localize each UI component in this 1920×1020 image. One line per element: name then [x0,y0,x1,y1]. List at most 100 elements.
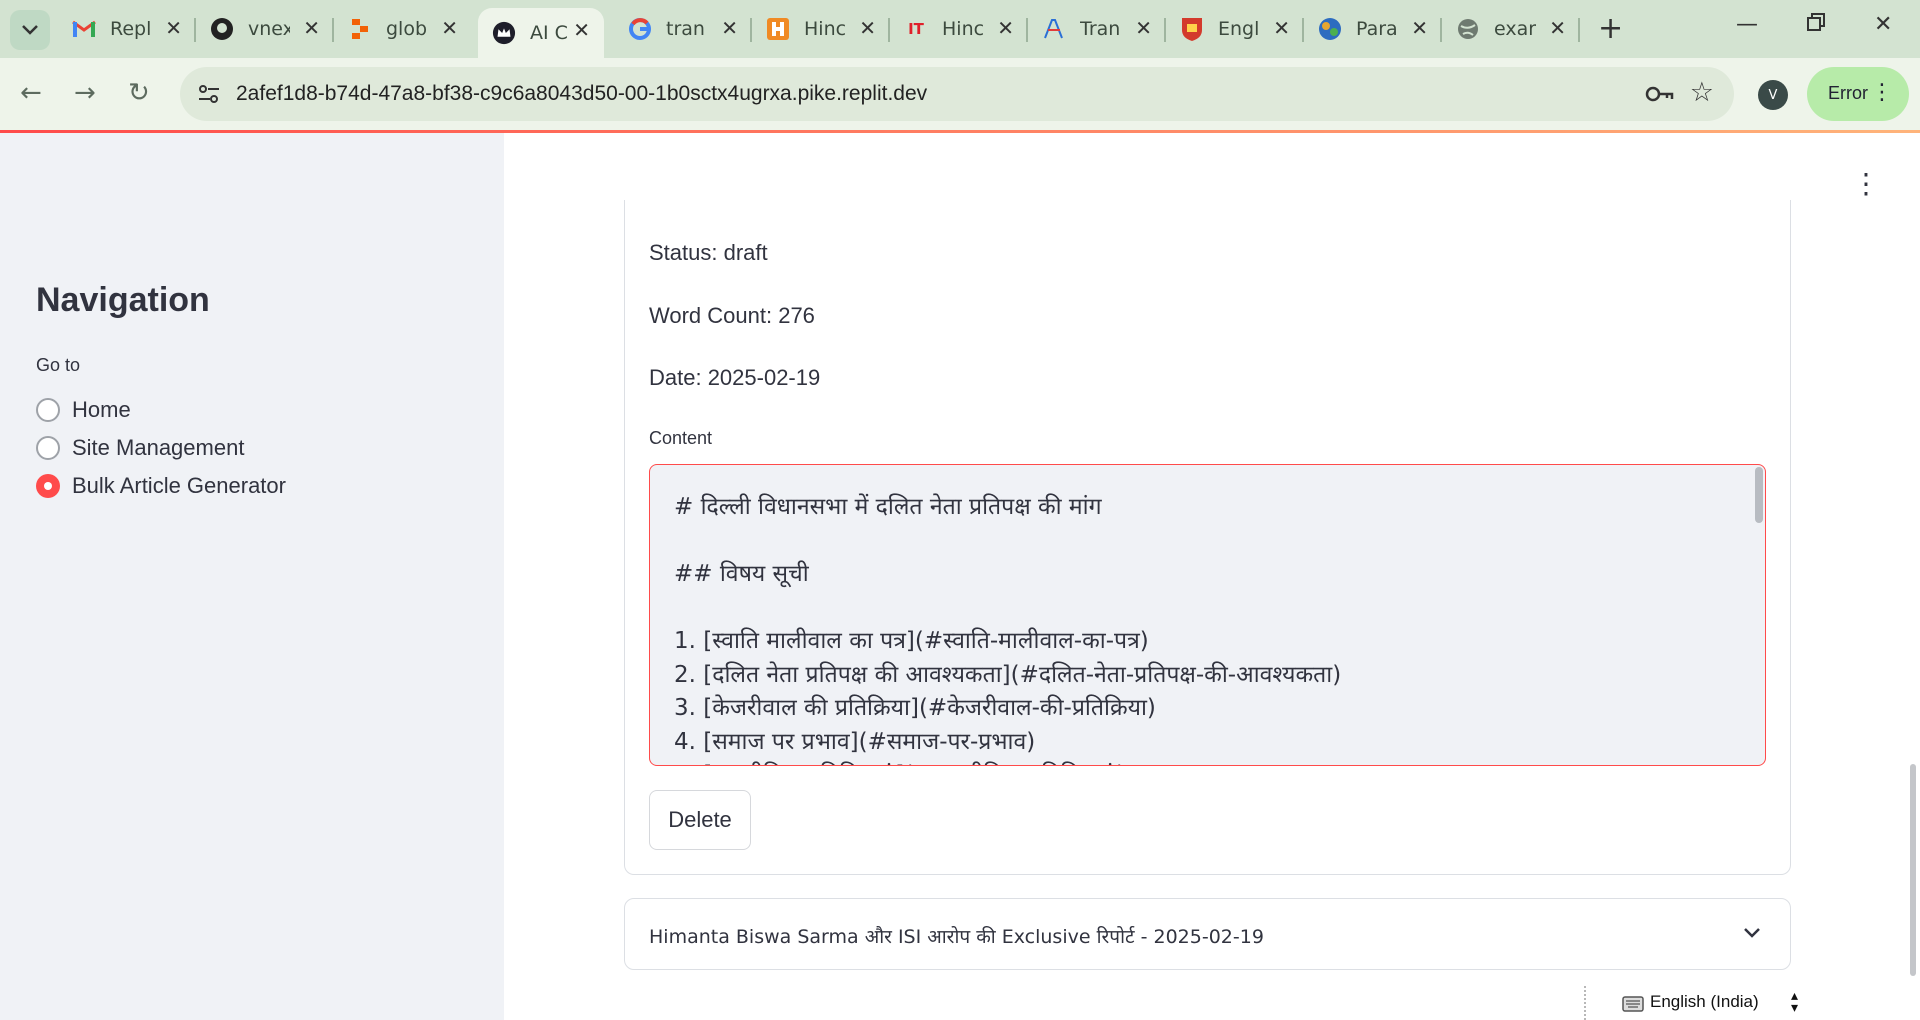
more-vert-icon: ⋮ [1871,80,1893,105]
up-down-arrow-icon: ▴ ▾ [1790,988,1798,1016]
browser-tab-active[interactable]: AI C ✕ [478,8,604,58]
crown-icon [492,21,516,45]
close-icon[interactable]: ✕ [441,18,458,38]
sidebar: Navigation Go to Home Site Management Bu… [0,133,504,1020]
article-status: Status: draft [649,240,768,265]
site-settings-icon[interactable] [196,81,222,107]
tab-title: Engl [1218,18,1260,40]
content-textarea[interactable]: # दिल्ली विधानसभा में दलित नेता प्रतिपक्… [649,464,1766,766]
tab-title: Hinc [942,18,984,40]
tab-separator [1578,18,1580,42]
close-window-icon[interactable]: ✕ [1874,12,1892,37]
github-icon [210,17,234,41]
article-word-count: Word Count: 276 [649,303,815,328]
globe-people-icon [1318,17,1342,41]
web-globe-icon [1456,17,1480,41]
radio-label: Home [72,397,131,422]
tab-title: AI C [530,22,568,44]
content-line: 1. [स्वाति मालीवाल का पत्र](#स्वाति-माली… [674,628,1149,654]
content-line: ## विषय सूची [674,561,809,587]
forward-icon[interactable]: → [74,78,96,108]
address-bar[interactable]: 2afef1d8-b74d-47a8-bf38-c9c6a8043d50-00-… [180,67,1734,121]
browser-tab[interactable]: Tran ✕ [1028,0,1166,58]
close-icon[interactable]: ✕ [1411,18,1428,38]
textarea-scrollbar[interactable] [1755,467,1763,523]
tab-title: Tran [1080,18,1121,40]
new-tab-icon[interactable]: + [1598,12,1623,46]
tab-title: Para [1356,18,1398,40]
browser-tab[interactable]: Engl ✕ [1166,0,1304,58]
browser-tab[interactable]: Para ✕ [1304,0,1442,58]
avatar[interactable]: V [1758,80,1788,110]
browser-tab[interactable]: glob ✕ [334,0,472,58]
close-icon[interactable]: ✕ [1273,18,1290,38]
restore-icon[interactable] [1806,12,1826,38]
shield-book-icon [1180,17,1204,41]
close-icon[interactable]: ✕ [997,18,1014,38]
radio-label: Bulk Article Generator [72,473,286,498]
browser-tab[interactable]: Hinc ✕ [752,0,890,58]
radio-selected-icon[interactable] [36,474,60,498]
google-icon [628,17,652,41]
delete-button[interactable]: Delete [649,790,751,850]
replit-icon [348,17,372,41]
bookmark-star-icon[interactable]: ☆ [1690,77,1714,108]
chevron-down-icon [1744,928,1760,938]
tab-title: Hinc [804,18,846,40]
expander-label: Himanta Biswa Sarma और ISI आरोप की Exclu… [649,926,1264,948]
content-line: 3. [केजरीवाल की प्रतिक्रिया](#केजरीवाल-क… [674,695,1156,721]
page-scrollbar[interactable] [1910,764,1916,976]
radio-circle-icon[interactable] [36,436,60,460]
radio-option-site-management[interactable]: Site Management [36,435,244,461]
input-language-indicator[interactable]: English (India) ▴ ▾ [1584,986,1804,1020]
radio-circle-icon[interactable] [36,398,60,422]
tab-title: tran [666,18,705,40]
close-icon[interactable]: ✕ [859,18,876,38]
close-icon[interactable]: ✕ [1135,18,1152,38]
reload-icon[interactable]: ↻ [128,78,150,108]
browser-tab[interactable]: IT Hinc ✕ [890,0,1028,58]
hindi-h-icon [766,17,790,41]
browser-tab[interactable]: vnex ✕ [196,0,334,58]
article-expander-collapsed[interactable]: Himanta Biswa Sarma और ISI आरोप की Exclu… [624,898,1791,970]
article-date: Date: 2025-02-19 [649,365,821,390]
gmail-icon [72,17,96,41]
content-line: 5. [राजनीतिक प्रतिक्रियाएं](#राजनीतिक-प्… [674,757,1125,765]
content-line: 4. [समाज पर प्रभाव](#समाज-पर-प्रभाव) [674,729,1036,755]
error-label: Error [1828,83,1868,103]
close-icon[interactable]: ✕ [303,18,320,38]
it-logo-icon: IT [908,20,924,38]
url-text[interactable]: 2afef1d8-b74d-47a8-bf38-c9c6a8043d50-00-… [236,82,927,106]
content-line: # दिल्ली विधानसभा में दलित नेता प्रतिपक्… [674,494,1102,520]
close-icon[interactable]: ✕ [573,20,590,40]
radio-option-home[interactable]: Home [36,397,131,423]
radio-option-bulk-article-generator[interactable]: Bulk Article Generator [36,473,286,499]
close-icon[interactable]: ✕ [1549,18,1566,38]
radio-label: Site Management [72,435,245,460]
main-menu-icon[interactable]: ⋮ [1852,170,1880,198]
chevron-down-icon [22,25,38,35]
input-language-label: English (India) [1650,992,1759,1011]
translate-icon [1042,17,1066,41]
radio-group-label: Go to [36,355,81,375]
tab-search-button[interactable] [10,10,50,50]
sidebar-title: Navigation [36,281,210,319]
tab-strip: Repl ✕ vnex ✕ glob ✕ AI C ✕ tran ✕ Hinc … [0,0,1920,58]
tab-title: Repl [110,18,152,40]
password-key-icon[interactable] [1644,81,1674,107]
back-icon[interactable]: ← [20,78,42,108]
minimize-icon[interactable]: — [1736,12,1758,37]
content-label: Content [649,428,713,448]
browser-tab[interactable]: tran ✕ [614,0,752,58]
tab-title: vnex [248,18,290,40]
browser-tab[interactable]: exar ✕ [1442,0,1580,58]
browser-tab[interactable]: Repl ✕ [58,0,196,58]
tab-title: glob [386,18,428,40]
content-line: 2. [दलित नेता प्रतिपक्ष की आवश्यकता](#दल… [674,662,1342,688]
tab-title: exar [1494,18,1536,40]
browser-toolbar: ← → ↻ 2afef1d8-b74d-47a8-bf38-c9c6a8043d… [0,58,1920,130]
error-button[interactable]: Error ⋮ [1807,67,1909,121]
close-icon[interactable]: ✕ [721,18,738,38]
keyboard-icon [1622,996,1644,1012]
close-icon[interactable]: ✕ [165,18,182,38]
